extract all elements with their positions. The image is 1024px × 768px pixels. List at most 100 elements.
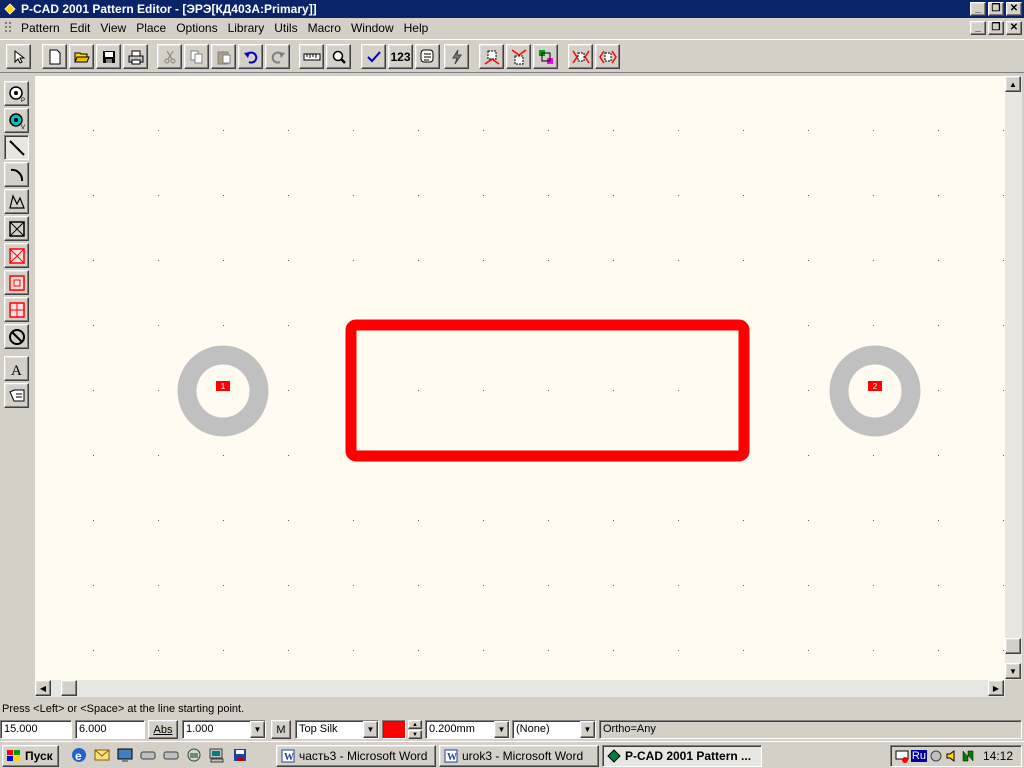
save-button[interactable] — [96, 44, 121, 69]
title-bar[interactable]: P-CAD 2001 Pattern Editor - [ЭРЭ[КД403А:… — [0, 0, 1024, 18]
scroll-left-arrow[interactable]: ◀ — [35, 680, 51, 696]
place-line-button[interactable] — [4, 135, 29, 160]
new-file-button[interactable] — [42, 44, 67, 69]
restore-button[interactable]: ❐ — [988, 2, 1004, 16]
place-keepout-circle-button[interactable] — [4, 324, 29, 349]
horizontal-scrollbar[interactable]: ◀ ▶ — [35, 680, 1005, 697]
task-pcad-active[interactable]: P-CAD 2001 Pattern ... — [602, 745, 762, 767]
design-rule-check-button[interactable] — [361, 44, 386, 69]
zoom-button[interactable] — [326, 44, 351, 69]
line-width-select[interactable]: 0.200mm ▼ — [425, 720, 510, 739]
place-cutout-button[interactable] — [4, 297, 29, 322]
doc-close-button[interactable]: ✕ — [1006, 21, 1022, 35]
menu-help[interactable]: Help — [399, 21, 434, 35]
menu-place[interactable]: Place — [131, 21, 171, 35]
place-via-button[interactable]: V — [4, 108, 29, 133]
m-button[interactable]: M — [271, 720, 291, 739]
menu-macro[interactable]: Macro — [303, 21, 346, 35]
menu-view[interactable]: View — [95, 21, 131, 35]
disk-drive-2-icon[interactable] — [162, 746, 180, 764]
grid-dropdown-arrow[interactable]: ▼ — [250, 721, 265, 738]
ruler-icon — [303, 53, 320, 60]
place-keepout-button[interactable] — [4, 243, 29, 268]
style-dropdown-arrow[interactable]: ▼ — [580, 721, 595, 738]
place-field-button[interactable] — [4, 216, 29, 241]
task-word-chast3[interactable]: W часть3 - Microsoft Word — [276, 745, 436, 767]
start-button[interactable]: Пуск — [2, 745, 59, 767]
paste-button[interactable] — [211, 44, 236, 69]
y-coordinate-field[interactable]: 6.000 — [75, 720, 145, 739]
vertical-scroll-thumb[interactable] — [1005, 638, 1021, 654]
line-width-dropdown-arrow[interactable]: ▼ — [494, 721, 509, 738]
menu-library[interactable]: Library — [223, 21, 270, 35]
vertical-scrollbar[interactable]: ▲ ▼ — [1005, 76, 1022, 680]
scroll-down-arrow[interactable]: ▼ — [1005, 663, 1021, 679]
pattern-canvas[interactable]: 1 2 — [35, 76, 1005, 680]
copy-button[interactable] — [184, 44, 209, 69]
place-pad-button[interactable]: P — [4, 81, 29, 106]
renumber-button[interactable]: 123 — [388, 44, 413, 69]
document-icon[interactable] — [4, 21, 14, 35]
menu-options[interactable]: Options — [171, 21, 222, 35]
pad-style-button[interactable] — [415, 44, 440, 69]
open-file-button[interactable] — [69, 44, 94, 69]
save-disk-icon[interactable] — [231, 746, 249, 764]
place-arc-button[interactable] — [4, 162, 29, 187]
select-tool-button[interactable] — [6, 44, 31, 69]
layer-select[interactable]: Top Silk ▼ — [295, 720, 379, 739]
grid-select[interactable]: 1.000 ▼ — [182, 720, 266, 739]
pattern-tool-4-button[interactable] — [568, 44, 593, 69]
scroll-right-arrow[interactable]: ▶ — [988, 680, 1004, 696]
style-select[interactable]: (None) ▼ — [512, 720, 596, 739]
norton-icon[interactable] — [961, 749, 975, 763]
undo-button[interactable] — [238, 44, 263, 69]
language-indicator[interactable]: Ru — [910, 750, 927, 762]
measure-button[interactable] — [299, 44, 324, 69]
pattern-tool-2-button[interactable] — [506, 44, 531, 69]
internet-explorer-icon[interactable]: e — [70, 746, 88, 764]
place-attribute-button[interactable] — [4, 383, 29, 408]
pcad-icon — [607, 749, 621, 763]
lightning-button[interactable] — [444, 44, 469, 69]
network-tray-icon[interactable] — [929, 749, 943, 763]
menu-utils[interactable]: Utils — [269, 21, 302, 35]
scroll-up-arrow[interactable]: ▲ — [1005, 76, 1021, 92]
desktop-icon[interactable] — [116, 746, 134, 764]
cut-button[interactable] — [157, 44, 182, 69]
volume-icon[interactable] — [945, 749, 959, 763]
status-prompt: Press <Left> or <Space> at the line star… — [2, 703, 245, 715]
doc-minimize-button[interactable]: _ — [970, 21, 986, 35]
menu-pattern[interactable]: Pattern — [16, 21, 65, 35]
minimize-button[interactable]: _ — [970, 2, 986, 16]
svg-text:P: P — [21, 98, 25, 103]
layer-color-swatch[interactable] — [382, 720, 406, 739]
place-text-button[interactable]: A — [4, 356, 29, 381]
place-polygon-button[interactable] — [4, 189, 29, 214]
close-button[interactable]: ✕ — [1006, 2, 1022, 16]
redo-button[interactable] — [265, 44, 290, 69]
disk-drive-icon[interactable] — [139, 746, 157, 764]
layer-dropdown-arrow[interactable]: ▼ — [363, 721, 378, 738]
print-button[interactable] — [123, 44, 148, 69]
width-down-arrow[interactable]: ▼ — [408, 730, 422, 739]
outlook-express-icon[interactable] — [93, 746, 111, 764]
place-copper-pour-button[interactable] — [4, 270, 29, 295]
menu-edit[interactable]: Edit — [65, 21, 96, 35]
width-up-arrow[interactable]: ▲ — [408, 720, 422, 729]
svg-text:W: W — [447, 752, 457, 763]
x-coordinate-field[interactable]: 15.000 — [0, 720, 72, 739]
monitor-tray-icon[interactable] — [895, 749, 909, 763]
pattern-tool-3-button[interactable] — [533, 44, 558, 69]
menu-window[interactable]: Window — [346, 21, 399, 35]
pad-icon: P — [8, 85, 25, 103]
app-icon[interactable] — [3, 2, 17, 16]
task-word-urok3[interactable]: W urok3 - Microsoft Word — [439, 745, 599, 767]
pattern-tool-1-button[interactable] — [479, 44, 504, 69]
network-icon[interactable] — [185, 746, 203, 764]
pattern-tool-5-button[interactable] — [595, 44, 620, 69]
prohibit-icon — [8, 328, 25, 345]
abs-button[interactable]: Abs — [148, 720, 178, 739]
computer-icon[interactable] — [208, 746, 226, 764]
doc-restore-button[interactable]: ❐ — [988, 21, 1004, 35]
horizontal-scroll-thumb[interactable] — [61, 680, 77, 696]
